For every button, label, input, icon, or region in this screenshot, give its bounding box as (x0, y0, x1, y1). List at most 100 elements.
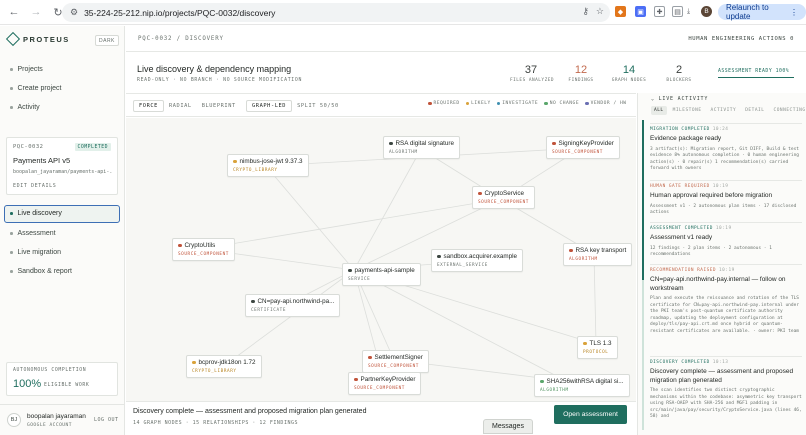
activity-tag: DISCOVERY COMPLETED 10:13 (650, 360, 802, 365)
sidebar-link-projects[interactable]: Projects (10, 66, 43, 73)
extension-icon[interactable]: ▣ (635, 6, 646, 17)
dependency-graph-canvas[interactable]: nimbus-jose-jwt 9.37.3 CRYPTO_LIBRARY RS… (126, 118, 636, 401)
view-graph-led-button[interactable]: GRAPH-LED (246, 100, 293, 112)
stat-label: FILES ANALYZED (510, 78, 555, 83)
messages-tab[interactable]: Messages (483, 419, 533, 434)
human-actions-counter[interactable]: HUMAN ENGINEERING ACTIONS 0 (688, 36, 794, 42)
phase-live-discovery[interactable]: Live discovery (10, 210, 62, 217)
node-name: bcprov-jdk18on 1.72 (198, 359, 256, 366)
project-card[interactable]: PQC-0032 COMPLETED Payments API v5 boopa… (6, 137, 118, 195)
user-row: BJ boopalan jayaraman GOOGLE ACCOUNT LOG… (0, 404, 125, 434)
legend-item-required: REQUIRED (428, 101, 460, 106)
activity-title: Evidence package ready (650, 135, 722, 142)
node-name: CN=pay-api.northwind-pa... (257, 298, 335, 305)
breadcrumb[interactable]: PQC-0032 / DISCOVERY (138, 36, 224, 42)
graph-node[interactable]: payments-api-sample SERVICE (342, 263, 421, 286)
logout-button[interactable]: LOG OUT (94, 417, 119, 423)
sidebar-link-label: Activity (17, 104, 40, 111)
bullet-icon (10, 212, 13, 215)
tab-detail[interactable]: DETAIL (742, 106, 767, 115)
sidebar-link-create-project[interactable]: Create project (10, 85, 61, 92)
graph-node[interactable]: CryptoService SOURCE_COMPONENT (472, 186, 535, 209)
graph-node[interactable]: CryptoUtils SOURCE_COMPONENT (172, 238, 235, 261)
graph-node[interactable]: sandbox.acquirer.example EXTERNAL_SERVIC… (431, 249, 524, 272)
metamask-extension-icon[interactable]: ◆ (615, 6, 626, 17)
graph-node[interactable]: TLS 1.3 PROTOCOL (577, 336, 618, 359)
severity-dot-icon (368, 355, 372, 360)
bookmark-star-icon[interactable]: ☆ (596, 6, 604, 17)
project-id: PQC-0032 (13, 144, 44, 150)
activity-card[interactable]: DISCOVERY COMPLETED 10:13 Discovery compl… (650, 356, 802, 421)
activity-card[interactable]: HUMAN GATE REQUIRED 10:19 Human approval … (650, 180, 802, 217)
sidepanel-icon[interactable]: ▤ (672, 6, 683, 17)
severity-dot-icon (389, 141, 393, 146)
download-icon[interactable]: ⤓ (683, 6, 694, 17)
layout-radial-button[interactable]: RADIAL (164, 100, 197, 112)
tab-all[interactable]: ALL (651, 106, 667, 115)
node-type: CRYPTO_LIBRARY (192, 369, 237, 374)
activity-tag: ASSESSMENT COMPLETED 10:19 (650, 226, 802, 231)
severity-dot-icon (437, 254, 441, 259)
graph-node[interactable]: PartnerKeyProvider SOURCE_COMPONENT (348, 372, 422, 395)
severity-dot-icon (178, 243, 182, 248)
phase-assessment[interactable]: Assessment (10, 230, 56, 237)
activity-tag-label: HUMAN GATE REQUIRED (650, 184, 710, 189)
view-split-button[interactable]: SPLIT 50/50 (292, 100, 344, 112)
graph-node[interactable]: SigningKeyProvider SOURCE_COMPONENT (546, 136, 620, 159)
phase-sandbox-report[interactable]: Sandbox & report (10, 268, 72, 275)
tab-activity[interactable]: ACTIVITY (708, 106, 740, 115)
open-assessment-button[interactable]: Open assessment (554, 405, 627, 424)
stat-value: 14 (622, 64, 636, 76)
tab-connecting[interactable]: CONNECTING (770, 106, 806, 115)
dark-mode-toggle[interactable]: DARK (95, 35, 119, 46)
relaunch-label: Relaunch to update (726, 3, 769, 21)
activity-card[interactable]: ASSESSMENT COMPLETED 10:19 Assessment v1 … (650, 222, 802, 259)
activity-card[interactable]: RECOMMENDATION RAISED 10:19 CN=pay-api.no… (650, 264, 802, 336)
phase-label: Assessment (17, 230, 56, 237)
legend-swatch (496, 101, 501, 106)
address-bar[interactable]: ⚙ 35-224-25-212.nip.io/projects/PQC-0032… (62, 3, 610, 22)
chevron-down-icon[interactable]: ⌄ (651, 96, 655, 102)
layout-force-button[interactable]: FORCE (133, 100, 164, 112)
more-menu-icon[interactable]: ⋮ (790, 8, 798, 17)
graph-node[interactable]: RSA key transport ALGORITHM (563, 243, 633, 266)
node-name: CryptoUtils (184, 242, 216, 249)
stat-label: GRAPH NODES (611, 78, 647, 83)
puzzle-extensions-icon[interactable]: ✚ (654, 6, 665, 17)
graph-node[interactable]: RSA digital signature ALGORITHM (383, 136, 460, 159)
node-type: CERTIFICATE (251, 308, 287, 313)
node-name: SHA256withRSA digital si... (546, 378, 624, 385)
severity-dot-icon (552, 141, 556, 146)
password-key-icon[interactable]: ⚷ (582, 6, 589, 17)
layout-blueprint-button[interactable]: BLUEPRINT (197, 100, 241, 112)
graph-node[interactable]: nimbus-jose-jwt 9.37.3 CRYPTO_LIBRARY (227, 154, 309, 177)
activity-body: Assessment v1 · 2 autonomous plan items … (650, 203, 797, 216)
edit-details-link[interactable]: EDIT DETAILS (13, 183, 56, 189)
graph-node[interactable]: SettlementSigner SOURCE_COMPONENT (362, 350, 429, 373)
node-name: SettlementSigner (374, 354, 423, 361)
node-type: SOURCE_COMPONENT (552, 150, 603, 155)
graph-node[interactable]: bcprov-jdk18on 1.72 CRYPTO_LIBRARY (186, 355, 262, 378)
relaunch-button[interactable]: Relaunch to update ⋮ (718, 3, 806, 21)
autonomous-completion-card: AUTONOMOUS COMPLETION 100% ELIGIBLE WORK (6, 362, 118, 396)
severity-dot-icon (478, 191, 482, 196)
activity-card[interactable]: MIGRATION COMPLETED 10:24 Evidence packag… (650, 123, 802, 173)
phase-live-migration[interactable]: Live migration (10, 249, 61, 256)
forward-icon[interactable]: → (28, 4, 44, 20)
activity-tag-label: DISCOVERY COMPLETED (650, 360, 710, 365)
activity-time: 10:19 (712, 184, 729, 189)
node-type: SOURCE_COMPONENT (368, 364, 419, 369)
tab-milestone[interactable]: MILESTONE (670, 106, 705, 115)
activity-time: 10:24 (712, 127, 729, 132)
site-settings-icon[interactable]: ⚙ (70, 7, 78, 18)
node-name: PartnerKeyProvider (360, 376, 416, 383)
legend-swatch (585, 101, 589, 106)
severity-legend: REQUIRED LIKELY INVESTIGATE NO CHANGE VE… (428, 101, 627, 106)
back-icon[interactable]: ← (6, 4, 22, 20)
node-name: CryptoService (484, 190, 525, 197)
profile-avatar[interactable]: B (701, 6, 712, 17)
graph-node[interactable]: CN=pay-api.northwind-pa... CERTIFICATE (245, 294, 341, 317)
graph-node[interactable]: SHA256withRSA digital si... ALGORITHM (534, 374, 630, 397)
brand[interactable]: PROTEUS (5, 31, 70, 47)
sidebar-link-activity[interactable]: Activity (10, 104, 40, 111)
